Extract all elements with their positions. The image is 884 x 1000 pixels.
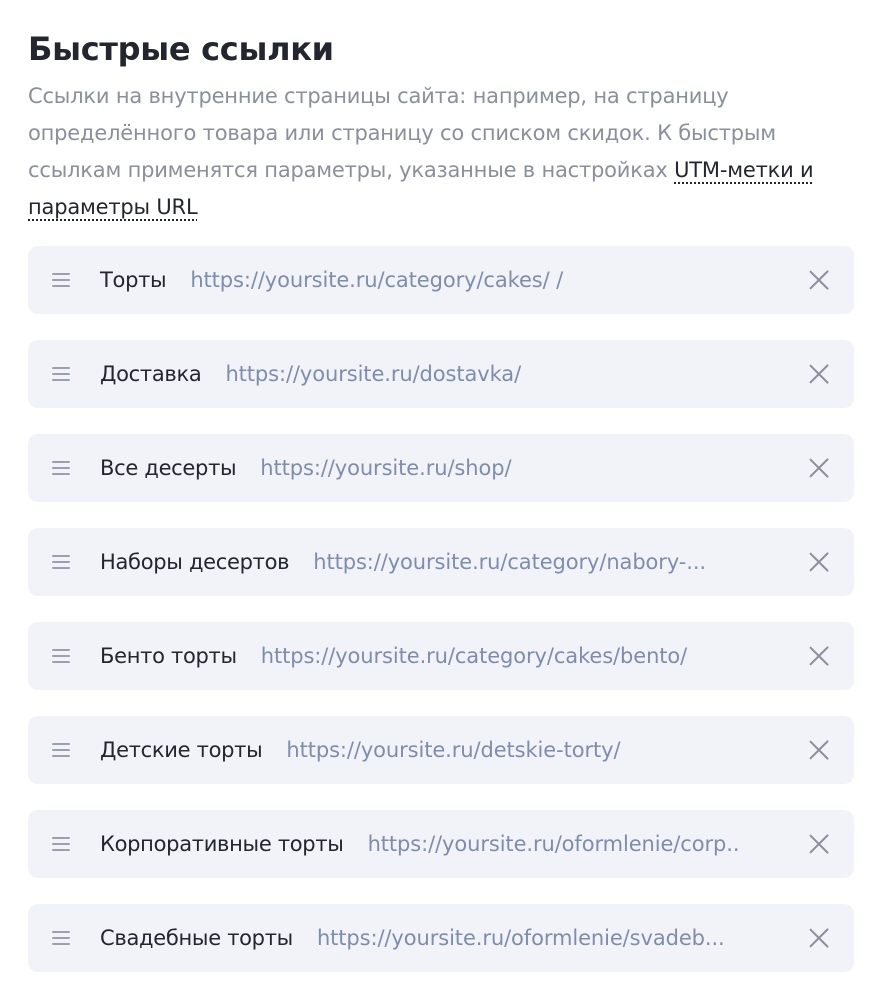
drag-handle-icon[interactable] bbox=[52, 646, 72, 666]
quick-link-name[interactable]: Наборы десертов bbox=[100, 550, 290, 574]
quick-link-name[interactable]: Бенто торты bbox=[100, 644, 237, 668]
quick-link-url[interactable]: https://yoursite.ru/category/nabory-... bbox=[313, 550, 790, 574]
section-description: Ссылки на внутренние страницы сайта: нап… bbox=[28, 78, 858, 226]
quick-link-name[interactable]: Корпоративные торты bbox=[100, 832, 344, 856]
quick-link-url[interactable]: https://yoursite.ru/category/cakes/ / bbox=[190, 268, 790, 292]
drag-handle-icon[interactable] bbox=[52, 740, 72, 760]
drag-handle-icon[interactable] bbox=[52, 458, 72, 478]
description-text: Ссылки на внутренние страницы сайта: нап… bbox=[28, 84, 776, 182]
section-title: Быстрые ссылки bbox=[28, 30, 334, 68]
quick-links-section: Быстрые ссылки Ссылки на внутренние стра… bbox=[0, 0, 884, 972]
quick-link-url[interactable]: https://yoursite.ru/detskie-torty/ bbox=[286, 738, 790, 762]
close-icon[interactable] bbox=[806, 549, 832, 575]
quick-link-name[interactable]: Торты bbox=[100, 268, 167, 292]
quick-link-item[interactable]: Торты https://yoursite.ru/category/cakes… bbox=[28, 246, 854, 314]
drag-handle-icon[interactable] bbox=[52, 270, 72, 290]
drag-handle-icon[interactable] bbox=[52, 928, 72, 948]
quick-link-name[interactable]: Все десерты bbox=[100, 456, 237, 480]
close-icon[interactable] bbox=[806, 925, 832, 951]
close-icon[interactable] bbox=[806, 737, 832, 763]
quick-link-url[interactable]: https://yoursite.ru/dostavka/ bbox=[225, 362, 790, 386]
quick-link-item[interactable]: Доставка https://yoursite.ru/dostavka/ bbox=[28, 340, 854, 408]
quick-link-url[interactable]: https://yoursite.ru/category/cakes/bento… bbox=[261, 644, 790, 668]
close-icon[interactable] bbox=[806, 831, 832, 857]
quick-link-item[interactable]: Корпоративные торты https://yoursite.ru/… bbox=[28, 810, 854, 878]
close-icon[interactable] bbox=[806, 455, 832, 481]
quick-link-item[interactable]: Наборы десертов https://yoursite.ru/cate… bbox=[28, 528, 854, 596]
quick-link-url[interactable]: https://yoursite.ru/oformlenie/svadeb... bbox=[317, 926, 790, 950]
quick-link-item[interactable]: Свадебные торты https://yoursite.ru/ofor… bbox=[28, 904, 854, 972]
close-icon[interactable] bbox=[806, 361, 832, 387]
quick-link-item[interactable]: Бенто торты https://yoursite.ru/category… bbox=[28, 622, 854, 690]
quick-link-name[interactable]: Доставка bbox=[100, 362, 202, 386]
quick-link-name[interactable]: Детские торты bbox=[100, 738, 263, 762]
drag-handle-icon[interactable] bbox=[52, 364, 72, 384]
quick-link-item[interactable]: Все десерты https://yoursite.ru/shop/ bbox=[28, 434, 854, 502]
quick-link-url[interactable]: https://yoursite.ru/shop/ bbox=[260, 456, 790, 480]
drag-handle-icon[interactable] bbox=[52, 552, 72, 572]
quick-links-list: Торты https://yoursite.ru/category/cakes… bbox=[28, 246, 854, 972]
close-icon[interactable] bbox=[806, 267, 832, 293]
quick-link-url[interactable]: https://yoursite.ru/oformlenie/corp.. bbox=[368, 832, 790, 856]
quick-link-name[interactable]: Свадебные торты bbox=[100, 926, 293, 950]
drag-handle-icon[interactable] bbox=[52, 834, 72, 854]
close-icon[interactable] bbox=[806, 643, 832, 669]
quick-link-item[interactable]: Детские торты https://yoursite.ru/detski… bbox=[28, 716, 854, 784]
